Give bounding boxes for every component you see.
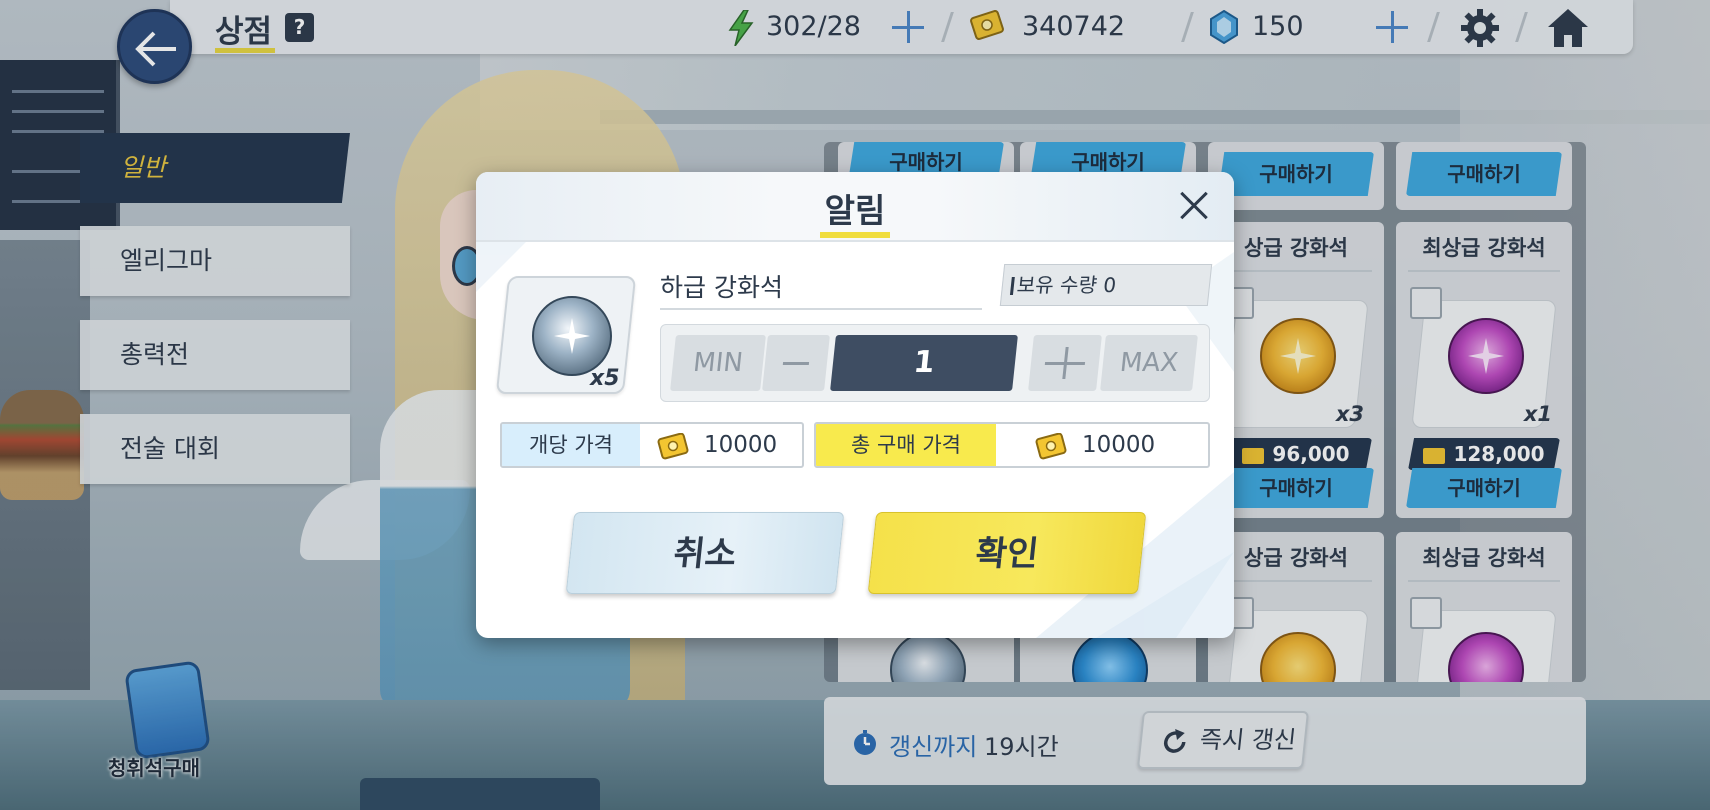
owned-quantity: 보유 수량 0 — [999, 264, 1213, 306]
increment-button[interactable] — [1028, 335, 1102, 391]
min-button[interactable]: MIN — [670, 335, 766, 391]
total-price-box: 총 구매 가격 10000 — [814, 422, 1210, 468]
max-button[interactable]: MAX — [1100, 335, 1198, 391]
title-underline — [820, 232, 890, 238]
purchase-dialog: 알림 x5 하급 강화석 보유 수량 0 MIN 1 MAX 개당 가격 100… — [476, 172, 1234, 638]
confirm-button[interactable]: 확인 — [867, 512, 1147, 594]
minus-icon — [782, 362, 810, 365]
unit-price-box: 개당 가격 10000 — [500, 422, 804, 468]
unit-price-value: 10000 — [704, 432, 778, 458]
item-quantity: x5 — [590, 366, 620, 391]
credit-icon — [657, 433, 689, 460]
close-icon[interactable] — [1172, 184, 1216, 228]
item-name: 하급 강화석 — [660, 273, 783, 302]
credit-icon — [1035, 433, 1067, 460]
quantity-value[interactable]: 1 — [830, 335, 1018, 391]
decrement-button[interactable] — [762, 335, 830, 391]
dialog-title: 알림 — [824, 191, 886, 230]
quantity-stepper: MIN 1 MAX — [660, 324, 1210, 402]
item-name-underline — [660, 308, 982, 310]
total-price-label: 총 구매 가격 — [816, 424, 996, 466]
cancel-button[interactable]: 취소 — [565, 512, 845, 594]
unit-price-label: 개당 가격 — [502, 424, 640, 466]
total-price-value: 10000 — [1082, 432, 1156, 458]
silver-stone-icon — [532, 296, 612, 376]
